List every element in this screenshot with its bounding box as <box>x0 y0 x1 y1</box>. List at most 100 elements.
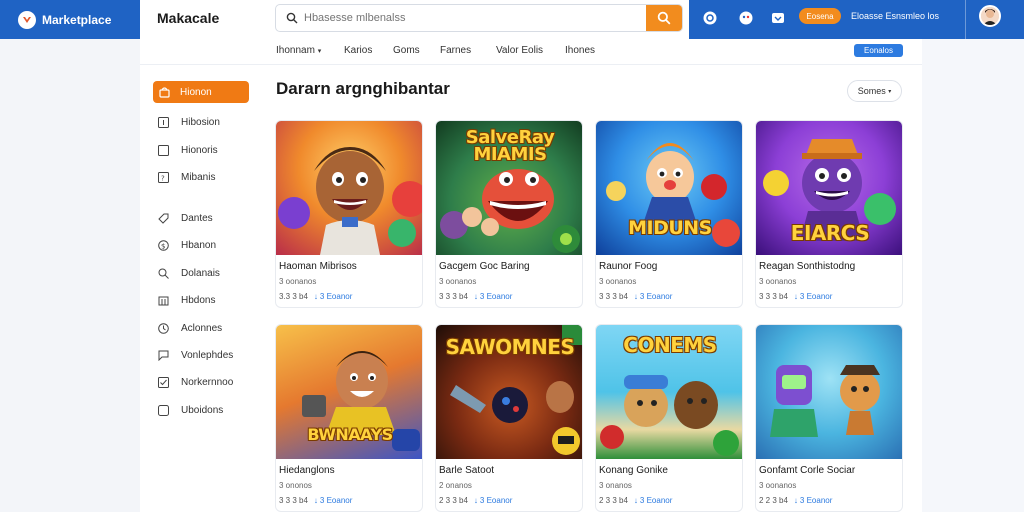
download-icon: ↓ <box>473 292 478 301</box>
sidebar-item[interactable]: ? Mibanis <box>158 169 215 185</box>
sidebar-item[interactable]: Dolanais <box>158 265 220 281</box>
game-card[interactable]: CONEMS Konang Gonike 3 onanos 2 3 3 b4 ↓ 3… <box>595 324 743 512</box>
game-link[interactable]: ↓ 3 Eoanor <box>794 292 832 301</box>
sidebar-item-label: Hbdons <box>181 294 216 306</box>
search-bar <box>275 4 683 32</box>
category-nav-item[interactable]: Karios <box>344 45 372 56</box>
game-subtitle: 3 oonanos <box>599 277 637 286</box>
inbox-icon[interactable] <box>769 9 787 27</box>
game-link-label: 3 Eoanor <box>799 292 833 301</box>
game-thumbnail: SalveRay MIAMIS <box>436 121 582 255</box>
game-thumbnail-title: SAWOMNES <box>445 335 575 359</box>
game-link-label: 3 Eoanor <box>319 496 353 505</box>
sidebar-item-label: Aclonnes <box>181 322 223 334</box>
sidebar-item-label: Mibanis <box>181 171 216 183</box>
building-icon <box>158 295 169 306</box>
game-price: 3 3 3 b4 <box>439 292 468 301</box>
game-thumbnail-title: EIARCS <box>790 221 870 245</box>
search-icon <box>158 268 169 279</box>
sidebar-item-label: Dantes <box>181 212 213 224</box>
game-title: Reagan Sonthistodng <box>759 261 856 272</box>
game-card[interactable]: Gonfamt Corle Sociar 3 oonanos 2 2 3 b4 ↓… <box>755 324 903 512</box>
game-card[interactable]: SalveRay MIAMIS Gacgem Goc Baring 3 oona… <box>435 120 583 308</box>
game-link-label: 3 Eoanor <box>799 496 833 505</box>
game-link[interactable]: ↓ 3 Eoanor <box>634 496 672 505</box>
game-card[interactable]: BWNAAYS Hiedanglons 3 ononos 3 3 3 b4 ↓ 3 … <box>275 324 423 512</box>
game-controller-icon[interactable] <box>737 9 755 27</box>
game-link[interactable]: ↓ 3 Eoanor <box>314 496 352 505</box>
square-icon <box>158 144 169 156</box>
chat-icon <box>158 350 169 361</box>
game-title: Konang Gonike <box>599 465 668 476</box>
sidebar-item[interactable]: Dantes <box>158 210 213 226</box>
category-nav-item[interactable]: Goms <box>393 45 420 56</box>
search-input[interactable] <box>304 12 646 24</box>
game-thumbnail: SAWOMNES <box>436 325 582 459</box>
game-subtitle: 3 onanos <box>599 481 632 490</box>
nav-action-button[interactable]: Eonalos <box>854 44 903 57</box>
search-button[interactable] <box>646 5 682 31</box>
main-panel: Ihonnam ▾ Karios Goms Farnes Valor Eolis… <box>140 39 922 512</box>
download-icon: ↓ <box>313 292 318 301</box>
sidebar-item-label: Hibosion <box>181 116 220 128</box>
sort-label: Somes <box>857 86 886 96</box>
sidebar-item[interactable]: Uboidons <box>158 402 223 418</box>
account-text[interactable]: Eloasse Esnsmleo los <box>851 11 939 21</box>
clock-icon <box>158 322 169 334</box>
game-price: 3.3 3 b4 <box>279 292 308 301</box>
category-nav-item[interactable]: Valor Eolis <box>496 45 543 56</box>
game-link[interactable]: ↓ 3 Eoanor <box>634 292 672 301</box>
sidebar-item[interactable]: Hbdons <box>158 292 215 308</box>
svg-text:?: ? <box>161 174 165 182</box>
game-thumbnail-title: SalveRay MIAMIS <box>465 127 555 165</box>
dollar-icon: $ <box>158 239 169 251</box>
sidebar-item[interactable]: $ Hbanon <box>158 237 216 253</box>
top-bar: Marketplace Makacale Eosena Eloasse Esns… <box>0 0 1024 39</box>
bag-icon <box>159 86 170 98</box>
game-price: 3 3 3 b4 <box>599 292 628 301</box>
sort-dropdown[interactable]: Somes ▾ <box>847 80 902 102</box>
sidebar-item[interactable]: Hionoris <box>158 142 218 158</box>
game-link-label: 3 Eoanor <box>639 496 673 505</box>
category-nav-item[interactable]: Ihones <box>565 45 595 56</box>
game-link[interactable]: ↓ 3 Eoanor <box>794 496 832 505</box>
game-price: 3 3 3 b4 <box>759 292 788 301</box>
download-icon: ↓ <box>313 496 318 505</box>
sidebar-item[interactable]: Norkernnoo <box>158 374 233 390</box>
notification-icon[interactable] <box>701 9 719 27</box>
game-link[interactable]: ↓ 3 Eoanor <box>314 292 352 301</box>
game-thumbnail: MIDUNS <box>596 121 742 255</box>
sidebar-item-active[interactable]: Hionon <box>153 81 249 103</box>
marketplace-logo-icon <box>18 10 36 29</box>
chevron-down-icon: ▾ <box>317 48 322 55</box>
game-link[interactable]: ↓ 3 Eoanor <box>474 292 512 301</box>
brand-bar[interactable]: Marketplace <box>0 0 140 39</box>
game-subtitle: 2 onanos <box>439 481 472 490</box>
game-subtitle: 3 ononos <box>279 481 312 490</box>
game-card[interactable]: EIARCS Reagan Sonthistodng 3 oonanos 3 3… <box>755 120 903 308</box>
game-card[interactable]: MIDUNS Raunor Foog 3 oonanos 3 3 3 b4 ↓ 3 … <box>595 120 743 308</box>
game-title: Gonfamt Corle Sociar <box>759 465 856 476</box>
game-card[interactable]: SAWOMNES Barle Satoot 2 onanos 2 3 3 b4 ↓… <box>435 324 583 512</box>
sidebar-item[interactable]: Hibosion <box>158 114 220 130</box>
sidebar-item-label: Norkernnoo <box>181 376 234 388</box>
sidebar-item-label: Vonlephdes <box>181 349 234 361</box>
search-icon <box>280 5 304 31</box>
game-subtitle: 3 oonanos <box>439 277 477 286</box>
sidebar-item[interactable]: Vonlephdes <box>158 347 233 363</box>
game-thumbnail: BWNAAYS <box>276 325 422 459</box>
account-divider <box>965 0 966 39</box>
right-gutter <box>922 39 1024 512</box>
game-card[interactable]: Haoman Mibrisos 3 oonanos 3.3 3 b4 ↓ 3 Eoa… <box>275 120 423 308</box>
category-nav-item[interactable]: Farnes <box>440 45 471 56</box>
game-thumbnail-title: MIDUNS <box>628 217 712 239</box>
game-price: 3 3 3 b4 <box>279 496 308 505</box>
category-nav-item[interactable]: Ihonnam ▾ <box>276 45 321 56</box>
sidebar-item[interactable]: Aclonnes <box>158 320 222 336</box>
game-title: Barle Satoot <box>439 465 495 476</box>
avatar[interactable] <box>979 5 1001 27</box>
game-price: 2 2 3 b4 <box>759 496 788 505</box>
game-link[interactable]: ↓ 3 Eoanor <box>474 496 512 505</box>
promo-badge[interactable]: Eosena <box>799 8 841 24</box>
game-subtitle: 3 oonanos <box>279 277 317 286</box>
